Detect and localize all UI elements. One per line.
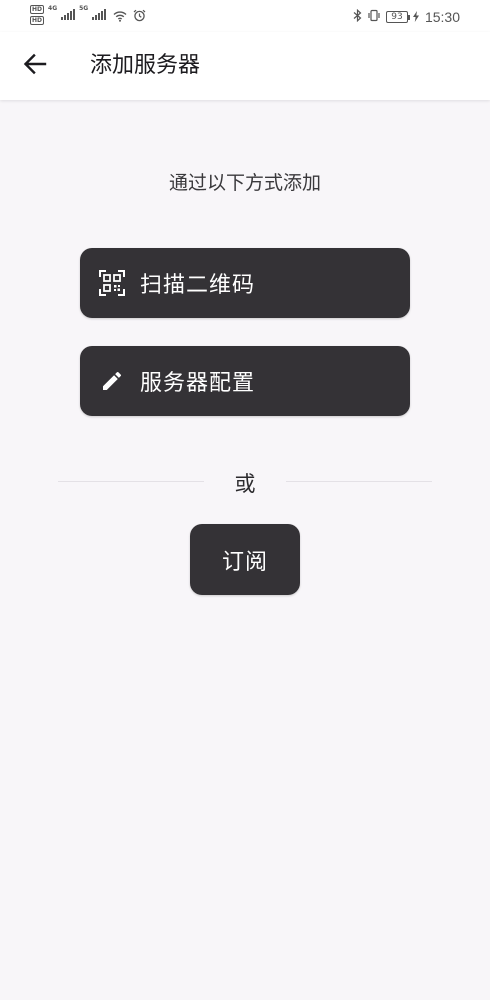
hd-badge: HD xyxy=(30,5,45,14)
qr-scan-icon xyxy=(99,270,125,296)
network-type-label: 5G xyxy=(79,5,89,12)
scan-qr-button[interactable]: 扫描二维码 xyxy=(80,248,410,318)
network-type-label: 4G xyxy=(48,5,58,12)
or-divider: 或 xyxy=(58,468,432,498)
server-config-button[interactable]: 服务器配置 xyxy=(80,346,410,416)
alarm-icon xyxy=(133,7,146,26)
status-time: 15:30 xyxy=(424,8,460,25)
or-label: 或 xyxy=(234,472,256,496)
bluetooth-icon xyxy=(353,7,362,26)
arrow-left-icon xyxy=(23,53,47,79)
page-title: 添加服务器 xyxy=(90,53,201,78)
charging-bolt-icon xyxy=(412,7,419,26)
signal-icon xyxy=(61,9,76,20)
divider-line xyxy=(286,481,432,482)
status-left: HD HD 4G 5G xyxy=(30,5,146,26)
hd-badge: HD xyxy=(30,16,45,25)
scan-qr-label: 扫描二维码 xyxy=(140,273,256,298)
status-bar: HD HD 4G 5G 93 15:30 xyxy=(0,0,490,32)
status-right: 93 15:30 xyxy=(353,7,460,26)
pencil-icon xyxy=(99,368,125,394)
app-bar: 添加服务器 xyxy=(0,32,490,100)
signal-icon xyxy=(92,9,107,20)
back-button[interactable] xyxy=(20,52,50,80)
vibrate-icon xyxy=(367,7,381,26)
add-method-subtitle: 通过以下方式添加 xyxy=(168,172,321,194)
battery-level: 93 xyxy=(385,10,410,23)
subscribe-button[interactable]: 订阅 xyxy=(190,524,300,595)
wifi-icon xyxy=(113,7,127,26)
server-config-label: 服务器配置 xyxy=(140,371,256,396)
hd-indicators: HD HD xyxy=(30,5,45,25)
